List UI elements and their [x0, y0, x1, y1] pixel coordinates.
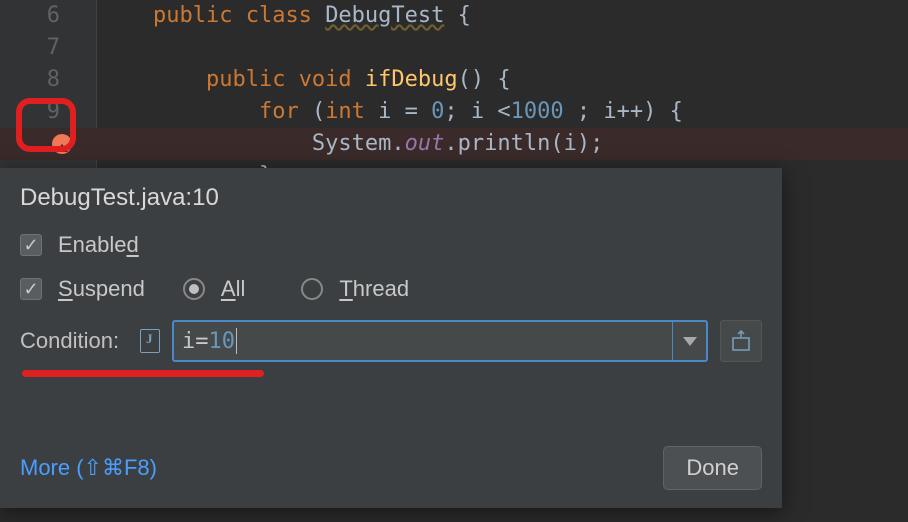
expand-icon: [730, 330, 752, 352]
suspend-thread-label: Thread: [339, 276, 409, 302]
done-button[interactable]: Done: [663, 446, 762, 490]
suspend-all-label: All: [221, 276, 245, 302]
suspend-all-radio[interactable]: [183, 278, 205, 300]
enabled-checkbox[interactable]: [20, 234, 42, 256]
condition-value: i=10: [182, 329, 235, 354]
java-file-icon: [140, 329, 160, 353]
code-line[interactable]: 6 public class DebugTest {: [0, 0, 908, 32]
code-line[interactable]: 7: [0, 32, 908, 64]
code-content[interactable]: public void ifDebug() {: [100, 64, 511, 96]
suspend-checkbox[interactable]: [20, 278, 42, 300]
gutter-line-number[interactable]: 8: [0, 64, 100, 96]
more-link[interactable]: More (⇧⌘F8): [20, 455, 157, 481]
gutter-line-number[interactable]: 7: [0, 32, 100, 64]
code-content[interactable]: for (int i = 0; i <1000 ; i++) {: [100, 96, 683, 128]
breakpoint-popup: DebugTest.java:10 Enabled Suspend All Th…: [0, 168, 782, 508]
text-caret: [236, 328, 237, 354]
code-line[interactable]: 9 for (int i = 0; i <1000 ; i++) {: [0, 96, 908, 128]
editor-background-fill: [782, 168, 908, 522]
code-line[interactable]: 10 System.out.println(i);: [0, 128, 908, 160]
annotation-condition-underline: [22, 370, 264, 377]
condition-input[interactable]: i=10: [172, 320, 708, 362]
condition-label: Condition:: [20, 328, 128, 354]
gutter-line-number[interactable]: 6: [0, 0, 100, 32]
enabled-label: Enabled: [58, 232, 139, 258]
code-line[interactable]: 8 public void ifDebug() {: [0, 64, 908, 96]
annotation-breakpoint-highlight: [16, 98, 76, 152]
suspend-thread-radio[interactable]: [301, 278, 323, 300]
enabled-label-text: Enabled: [58, 232, 139, 257]
code-content[interactable]: public class DebugTest {: [100, 0, 471, 32]
condition-dropdown-icon[interactable]: [672, 322, 706, 360]
popup-title: DebugTest.java:10: [20, 184, 762, 212]
expand-condition-button[interactable]: [720, 320, 762, 362]
code-content[interactable]: System.out.println(i);: [100, 128, 603, 160]
code-editor[interactable]: 6 public class DebugTest {78 public void…: [0, 0, 908, 170]
suspend-label: Suspend: [58, 276, 145, 302]
